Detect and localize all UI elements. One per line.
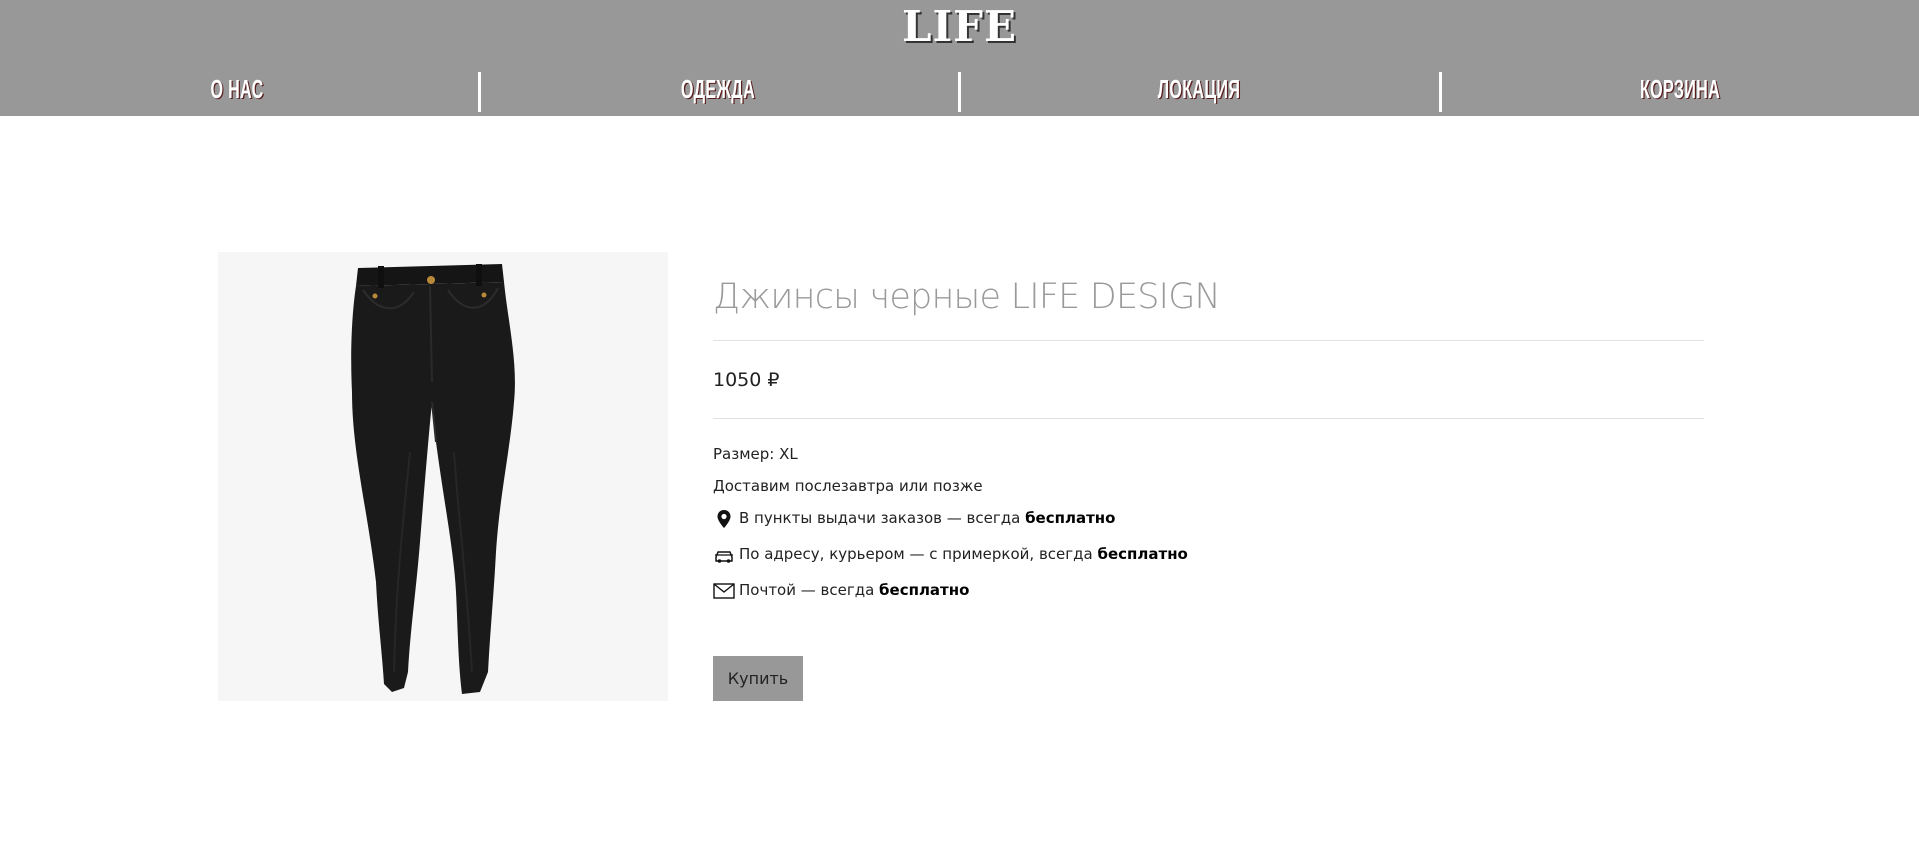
map-pin-icon [713,508,735,530]
nav-item-clothing[interactable]: ОДЕЖДА [656,70,780,112]
envelope-icon [713,580,735,602]
product-image [218,252,668,701]
product-size: Размер: XL [713,445,798,463]
nav-divider [478,72,481,112]
delivery-option-text: Почтой — всегда [739,581,880,599]
nav-divider [958,72,961,112]
product-price: 1050 ₽ [713,369,780,391]
nav-divider [1439,72,1442,112]
delivery-option-text: В пункты выдачи заказов — всегда [739,509,1026,527]
buy-button[interactable]: Купить [713,656,803,701]
delivery-option-free: бесплатно [879,581,970,599]
divider [713,418,1704,419]
nav-item-location[interactable]: ЛОКАЦИЯ [1137,70,1261,112]
main-nav: О НАС ОДЕЖДА ЛОКАЦИЯ КОРЗИНА [0,70,1919,112]
site-header: LIFE О НАС ОДЕЖДА ЛОКАЦИЯ КОРЗИНА [0,0,1919,116]
nav-item-about[interactable]: О НАС [175,70,299,112]
delivery-option-free: бесплатно [1025,509,1116,527]
car-icon [713,544,735,566]
jeans-illustration [351,264,515,694]
nav-item-cart[interactable]: КОРЗИНА [1618,70,1742,112]
product-title: Джинсы черные LIFE DESIGN [713,277,1221,317]
delivery-note: Доставим послезавтра или позже [713,477,983,495]
delivery-option-free: бесплатно [1097,545,1188,563]
site-logo[interactable]: LIFE [0,2,1919,52]
divider [713,340,1704,341]
delivery-option-text: По адресу, курьером — с примеркой, всегд… [739,545,1098,563]
